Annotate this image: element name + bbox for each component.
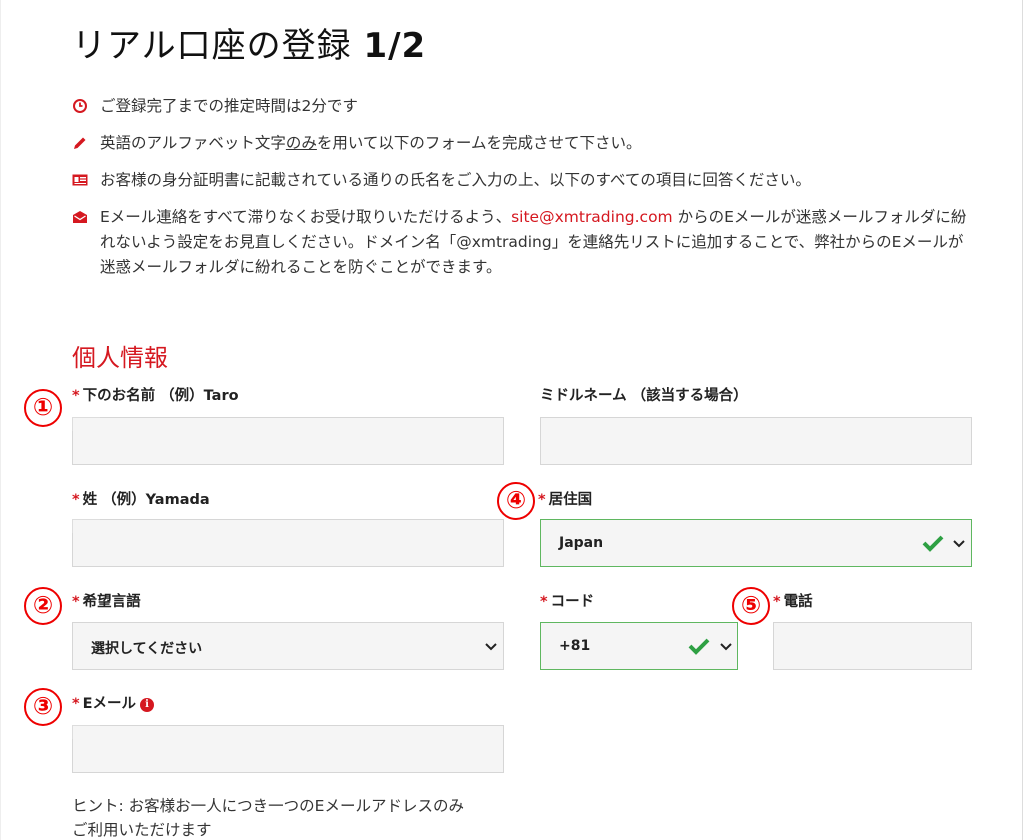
note-id-text: お客様の身分証明書に記載されている通りの氏名をご入力の上、以下のすべての項目に回… bbox=[100, 171, 811, 189]
middle-name-label: ミドルネーム （該当する場合） bbox=[540, 388, 748, 404]
email-label: * Eメール i bbox=[72, 692, 154, 713]
clock-icon bbox=[73, 99, 87, 113]
section-title-personal-info: 個人情報 bbox=[72, 344, 168, 372]
note-email-pre: Eメール連絡をすべて滞りなくお受け取りいただけるよう、 bbox=[100, 208, 512, 226]
check-icon bbox=[688, 638, 710, 655]
annotation-marker-4: ④ bbox=[497, 482, 535, 520]
phone-code-select[interactable]: +81 bbox=[540, 622, 738, 670]
note-time: ご登録完了までの推定時間は2分です bbox=[72, 94, 972, 119]
annotation-marker-3: ③ bbox=[24, 688, 62, 726]
id-card-icon bbox=[72, 174, 88, 186]
middle-name-input[interactable] bbox=[540, 417, 972, 465]
note-time-text: ご登録完了までの推定時間は2分です bbox=[100, 97, 358, 115]
input-corner-mark bbox=[72, 725, 100, 739]
chevron-down-icon bbox=[953, 540, 965, 548]
notes-list: ご登録完了までの推定時間は2分です 英語のアルファベット文字のみを用いて以下のフ… bbox=[72, 94, 972, 292]
pencil-icon bbox=[74, 137, 86, 149]
annotation-marker-2: ② bbox=[24, 587, 62, 625]
email-input[interactable] bbox=[72, 725, 504, 773]
input-corner-mark bbox=[72, 417, 100, 431]
country-select[interactable]: Japan bbox=[540, 519, 972, 567]
page-title: リアル口座の登録 1/2 bbox=[72, 26, 427, 66]
annotation-marker-1: ① bbox=[24, 389, 62, 427]
note-alphabet-underline: のみ bbox=[285, 134, 317, 152]
language-select[interactable]: 選択してください bbox=[72, 622, 504, 670]
email-link[interactable]: site@xmtrading.com bbox=[511, 208, 673, 226]
note-alphabet: 英語のアルファベット文字のみを用いて以下のフォームを完成させて下さい。 bbox=[72, 131, 972, 156]
note-email: Eメール連絡をすべて滞りなくお受け取りいただけるよう、site@xmtradin… bbox=[72, 205, 972, 280]
email-hint: ヒント: お客様お一人につき一つのEメールアドレスのみ ご利用いただけます bbox=[72, 797, 464, 839]
phone-input[interactable] bbox=[773, 622, 972, 670]
note-alphabet-post: を用いて以下のフォームを完成させて下さい。 bbox=[316, 134, 642, 152]
check-icon bbox=[922, 535, 944, 552]
envelope-icon bbox=[73, 211, 87, 223]
first-name-input[interactable] bbox=[72, 417, 504, 465]
country-label: * 居住国 bbox=[538, 492, 593, 508]
chevron-down-icon bbox=[720, 643, 732, 651]
note-id: お客様の身分証明書に記載されている通りの氏名をご入力の上、以下のすべての項目に回… bbox=[72, 168, 972, 193]
last-name-input[interactable] bbox=[72, 519, 504, 567]
code-label: * コード bbox=[540, 594, 595, 610]
phone-label: * 電話 bbox=[773, 594, 813, 610]
last-name-label: * 姓 （例）Yamada bbox=[72, 492, 210, 508]
note-alphabet-pre: 英語のアルファベット文字 bbox=[100, 134, 286, 152]
first-name-label: * 下のお名前 （例）Taro bbox=[72, 388, 239, 404]
annotation-marker-5: ⑤ bbox=[732, 587, 770, 625]
info-icon[interactable]: i bbox=[140, 698, 154, 712]
chevron-down-icon bbox=[485, 643, 497, 651]
input-corner-mark bbox=[72, 519, 100, 533]
language-label: * 希望言語 bbox=[72, 594, 141, 610]
